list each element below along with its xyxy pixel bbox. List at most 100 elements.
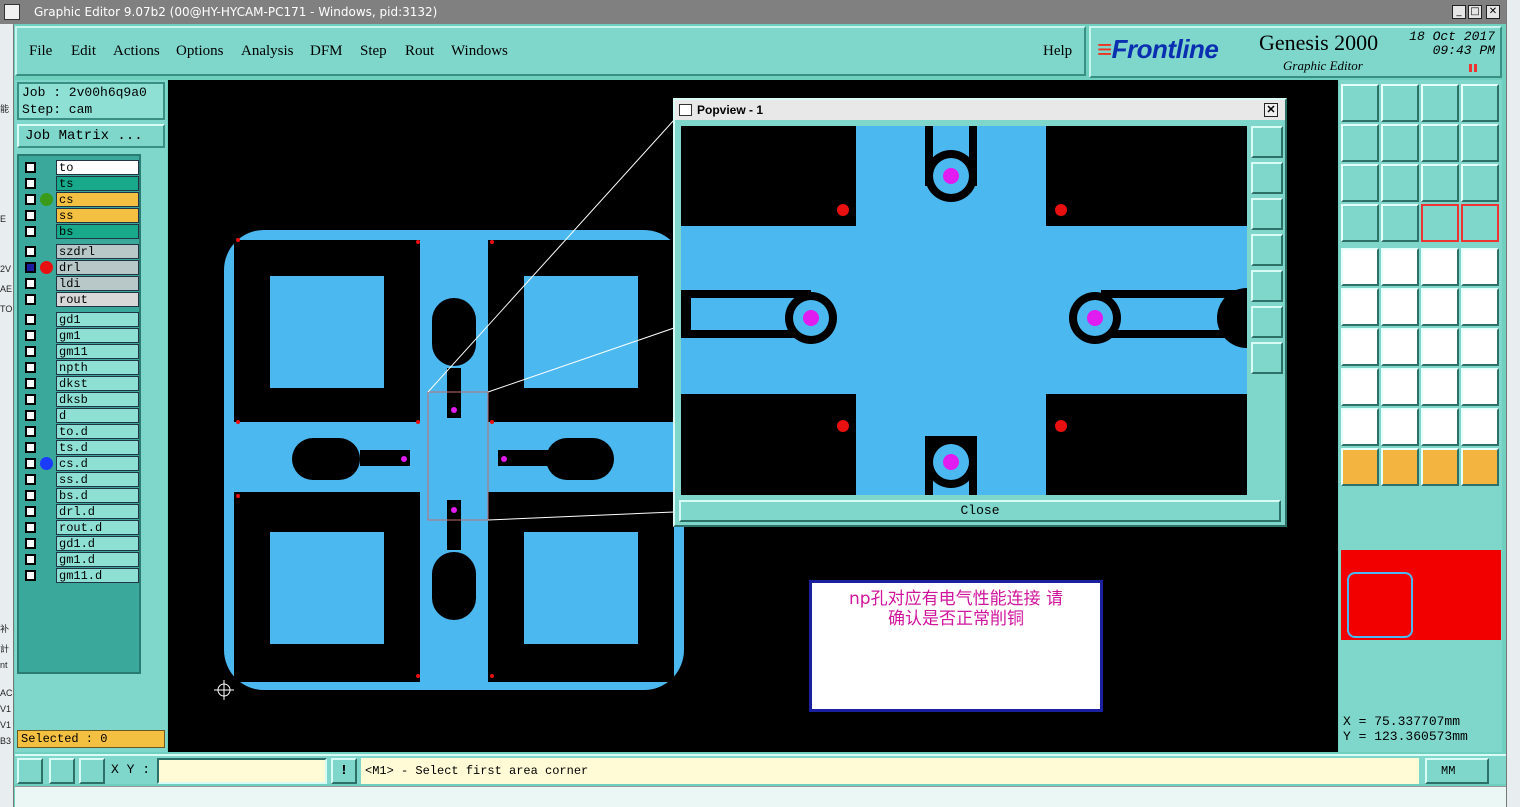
- zoom-center-icon[interactable]: [1381, 164, 1419, 202]
- layer-row-ts.d[interactable]: ts.d: [21, 440, 139, 455]
- layer-row-rout[interactable]: rout: [21, 292, 139, 307]
- split-tool-icon[interactable]: [1381, 368, 1419, 406]
- units-select[interactable]: MM: [1425, 758, 1489, 784]
- copy-tool-icon[interactable]: [1341, 368, 1379, 406]
- netlist-2-icon[interactable]: [1461, 204, 1499, 242]
- undo-rotate-icon[interactable]: [1421, 328, 1459, 366]
- menu-rout[interactable]: Rout: [405, 43, 434, 60]
- layer-checkbox[interactable]: [25, 162, 36, 173]
- layer-label[interactable]: dkst: [56, 376, 139, 391]
- pv-pan-right-button[interactable]: [1251, 270, 1283, 302]
- popview-titlebar[interactable]: Popview - 1 ✕: [675, 100, 1285, 120]
- layer-row-dkst[interactable]: dkst: [21, 376, 139, 391]
- layer-label[interactable]: cs: [56, 192, 139, 207]
- layer-checkbox[interactable]: [25, 554, 36, 565]
- grid-icon[interactable]: [79, 758, 105, 784]
- layer-checkbox[interactable]: [25, 210, 36, 221]
- select-pad-icon[interactable]: [1341, 248, 1379, 286]
- layer-label[interactable]: to: [56, 160, 139, 175]
- layer-checkbox[interactable]: [25, 442, 36, 453]
- fit-all-icon[interactable]: [1341, 164, 1379, 202]
- layer-row-ts[interactable]: ts: [21, 176, 139, 191]
- layer-label[interactable]: to.d: [56, 424, 139, 439]
- popview-close-button[interactable]: Close: [679, 500, 1281, 522]
- maximize-button[interactable]: □: [1468, 5, 1482, 19]
- pointer-d-icon[interactable]: [1461, 448, 1499, 486]
- zoom-back-icon[interactable]: [1421, 124, 1459, 162]
- layer-label[interactable]: gm11.d: [56, 568, 139, 583]
- layer-checkbox[interactable]: [25, 490, 36, 501]
- layer-row-gm1[interactable]: gm1: [21, 328, 139, 343]
- line-tool-icon[interactable]: [1381, 328, 1419, 366]
- layer-checkbox[interactable]: [25, 394, 36, 405]
- layer-label[interactable]: drl.d: [56, 504, 139, 519]
- layer-label[interactable]: gd1: [56, 312, 139, 327]
- snap-mode-icon[interactable]: [1461, 124, 1499, 162]
- layer-row-bs[interactable]: bs: [21, 224, 139, 239]
- menu-windows[interactable]: Windows: [451, 43, 508, 60]
- menu-actions[interactable]: Actions: [113, 43, 160, 60]
- delete-x-icon[interactable]: [1381, 288, 1419, 326]
- menu-file[interactable]: File: [29, 43, 52, 60]
- layer-row-to[interactable]: to: [21, 160, 139, 175]
- layer-checkbox[interactable]: [25, 246, 36, 257]
- layer-label[interactable]: bs: [56, 224, 139, 239]
- layer-checkbox[interactable]: [25, 262, 36, 273]
- measure-icon[interactable]: [17, 758, 43, 784]
- layer-row-ldi[interactable]: ldi: [21, 276, 139, 291]
- menu-options[interactable]: Options: [176, 43, 224, 60]
- connect-nodes-icon[interactable]: [1341, 288, 1379, 326]
- pv-pan-left-button[interactable]: [1251, 234, 1283, 266]
- layer-row-szdrl[interactable]: szdrl: [21, 244, 139, 259]
- pointer-c-icon[interactable]: [1421, 448, 1459, 486]
- layer-row-gm11.d[interactable]: gm11.d: [21, 568, 139, 583]
- layer-label[interactable]: gm11: [56, 344, 139, 359]
- layer-row-ss[interactable]: ss: [21, 208, 139, 223]
- layer-label[interactable]: ss: [56, 208, 139, 223]
- layer-row-npth[interactable]: npth: [21, 360, 139, 375]
- layer-checkbox[interactable]: [25, 506, 36, 517]
- layer-checkbox[interactable]: [25, 474, 36, 485]
- move-node-icon[interactable]: [1461, 288, 1499, 326]
- layer-checkbox[interactable]: [25, 362, 36, 373]
- layer-label[interactable]: npth: [56, 360, 139, 375]
- layer-checkbox[interactable]: [25, 314, 36, 325]
- layer-label[interactable]: cs.d: [56, 456, 139, 471]
- tri-c-icon[interactable]: [1421, 408, 1459, 446]
- layer-label[interactable]: ss.d: [56, 472, 139, 487]
- layer-checkbox[interactable]: [25, 226, 36, 237]
- grid-icon[interactable]: [1381, 204, 1419, 242]
- layer-row-ss.d[interactable]: ss.d: [21, 472, 139, 487]
- layer-label[interactable]: d: [56, 408, 139, 423]
- pv-pan-down-button[interactable]: [1251, 198, 1283, 230]
- layer-label[interactable]: gm1: [56, 328, 139, 343]
- layer-row-gd1.d[interactable]: gd1.d: [21, 536, 139, 551]
- layer-checkbox[interactable]: [25, 194, 36, 205]
- tri-a-icon[interactable]: [1341, 408, 1379, 446]
- layer-row-rout.d[interactable]: rout.d: [21, 520, 139, 535]
- arc-tool-icon[interactable]: [1421, 288, 1459, 326]
- popview-close-x[interactable]: ✕: [1264, 103, 1278, 117]
- pointer-a-icon[interactable]: [1341, 448, 1379, 486]
- alert-button[interactable]: !: [331, 758, 357, 784]
- layer-label[interactable]: ldi: [56, 276, 139, 291]
- pv-zoom-out-button[interactable]: [1251, 342, 1283, 374]
- menu-dfm[interactable]: DFM: [310, 43, 343, 60]
- overlap-icon[interactable]: [1461, 368, 1499, 406]
- layer-row-drl.d[interactable]: drl.d: [21, 504, 139, 519]
- layer-label[interactable]: drl: [56, 260, 139, 275]
- layer-row-gm11[interactable]: gm11: [21, 344, 139, 359]
- dimension-icon[interactable]: [1421, 368, 1459, 406]
- layer-checkbox[interactable]: [25, 458, 36, 469]
- help-query-icon[interactable]: [1461, 164, 1499, 202]
- draw-line-icon[interactable]: [1381, 248, 1419, 286]
- window-titlebar[interactable]: Graphic Editor 9.07b2 (00@HY-HYCAM-PC171…: [0, 0, 1506, 24]
- layer-row-gd1[interactable]: gd1: [21, 312, 139, 327]
- layer-label[interactable]: ts.d: [56, 440, 139, 455]
- layer-checkbox[interactable]: [25, 570, 36, 581]
- pan-down-icon[interactable]: [1381, 84, 1419, 122]
- layer-checkbox[interactable]: [25, 278, 36, 289]
- tool-a-icon[interactable]: [1341, 204, 1379, 242]
- layer-label[interactable]: gd1.d: [56, 536, 139, 551]
- layer-checkbox[interactable]: [25, 346, 36, 357]
